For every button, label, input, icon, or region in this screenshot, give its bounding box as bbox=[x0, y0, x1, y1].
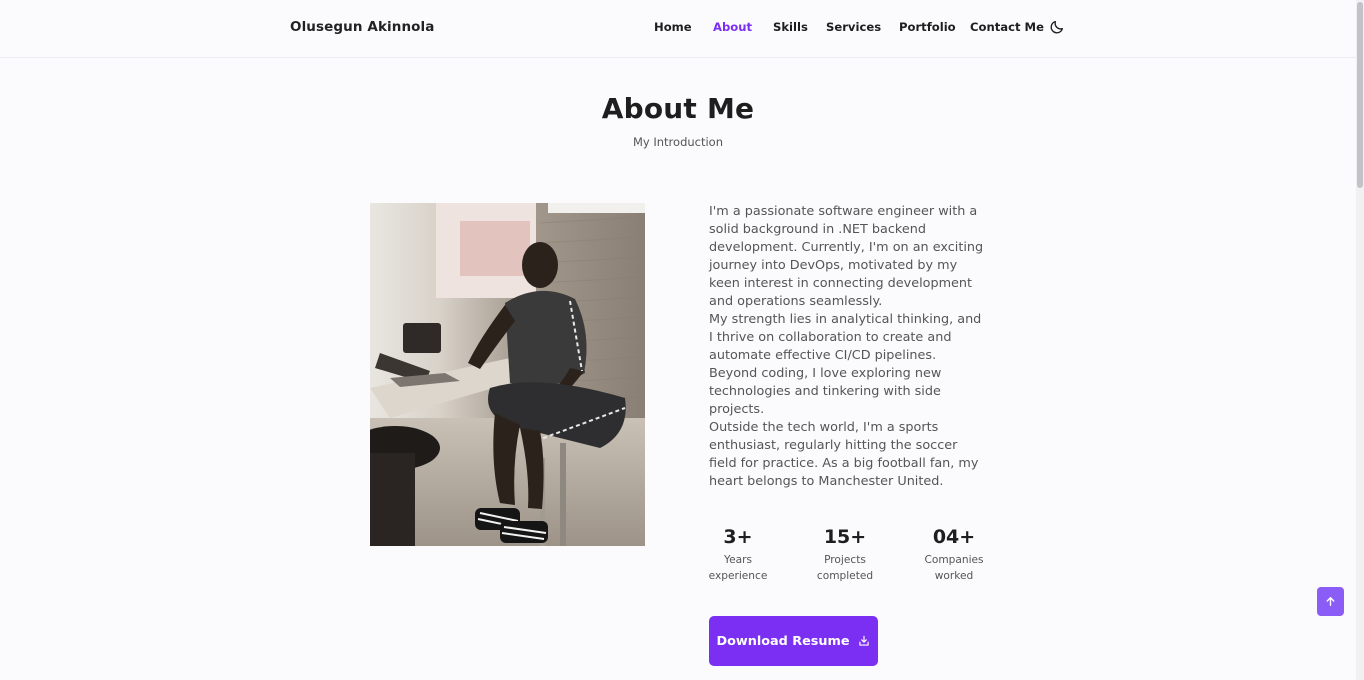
stat-label-line: Companies bbox=[924, 554, 984, 566]
about-description: I'm a passionate software engineer with … bbox=[709, 203, 989, 491]
stat-projects: 15+ Projects completed bbox=[800, 525, 890, 584]
section-title: About Me bbox=[601, 92, 755, 125]
about-paragraph: I'm a passionate software engineer with … bbox=[709, 204, 984, 309]
nav-services[interactable]: Services bbox=[826, 20, 881, 34]
stat-label-line: Years bbox=[724, 554, 752, 566]
nav-portfolio[interactable]: Portfolio bbox=[899, 20, 956, 34]
stat-value: 3+ bbox=[723, 526, 753, 548]
page-scrollbar[interactable] bbox=[1356, 0, 1364, 680]
stat-label-line: Projects bbox=[824, 554, 866, 566]
scrollbar-thumb[interactable] bbox=[1357, 2, 1363, 188]
about-paragraph: Beyond coding, I love exploring new tech… bbox=[709, 366, 942, 417]
section-subtitle: My Introduction bbox=[632, 135, 724, 149]
profile-photo bbox=[370, 203, 645, 546]
stat-label-line: worked bbox=[934, 570, 974, 582]
download-resume-label: Download Resume bbox=[716, 633, 850, 649]
header: Olusegun Akinnola Home About Skills Serv… bbox=[0, 0, 1356, 58]
download-resume-button[interactable]: Download Resume bbox=[709, 616, 878, 666]
nav-contact-me[interactable]: Contact Me bbox=[970, 20, 1044, 34]
stat-label-line: experience bbox=[708, 570, 768, 582]
stat-value: 04+ bbox=[932, 526, 976, 548]
about-paragraph: My strength lies in analytical thinking,… bbox=[709, 312, 982, 363]
moon-icon[interactable] bbox=[1049, 19, 1065, 35]
stat-label-line: completed bbox=[816, 570, 874, 582]
nav-about[interactable]: About bbox=[713, 20, 752, 34]
download-icon bbox=[858, 635, 869, 646]
scroll-to-top-button[interactable] bbox=[1317, 587, 1344, 616]
stat-label: Years experience bbox=[693, 552, 783, 584]
about-paragraph: Outside the tech world, I'm a sports ent… bbox=[709, 420, 979, 489]
stat-years: 3+ Years experience bbox=[693, 525, 783, 584]
stat-companies: 04+ Companies worked bbox=[909, 525, 999, 584]
stat-value: 15+ bbox=[823, 526, 867, 548]
nav-home[interactable]: Home bbox=[654, 20, 692, 34]
stat-label: Projects completed bbox=[800, 552, 890, 584]
nav-skills[interactable]: Skills bbox=[773, 20, 808, 34]
arrow-up-icon bbox=[1326, 597, 1335, 606]
stat-label: Companies worked bbox=[909, 552, 999, 584]
site-logo[interactable]: Olusegun Akinnola bbox=[290, 19, 434, 35]
